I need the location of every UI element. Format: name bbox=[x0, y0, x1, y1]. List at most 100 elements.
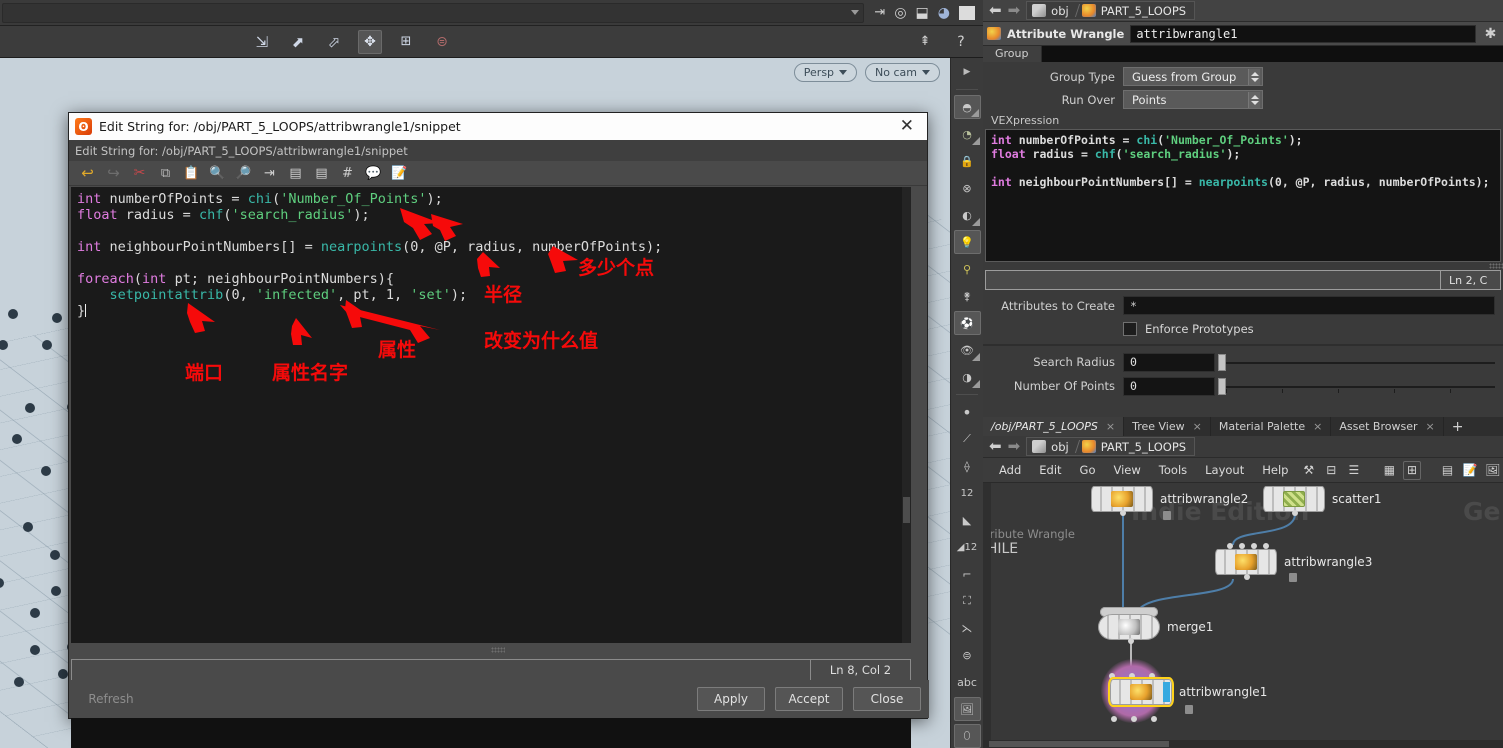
light-icon[interactable]: 💡 bbox=[953, 230, 981, 254]
add-image-icon[interactable]: 🖼 bbox=[1483, 461, 1502, 480]
cut-icon[interactable]: ✂ bbox=[131, 165, 148, 182]
node-name-input[interactable]: attribwrangle1 bbox=[1130, 24, 1476, 43]
scale-tool-icon[interactable]: ⊞ bbox=[394, 30, 418, 54]
network-menu-tools[interactable]: Tools bbox=[1151, 461, 1195, 479]
material-probe-icon[interactable]: ⬯ bbox=[953, 724, 981, 748]
breadcrumb-item-geo[interactable]: PART_5_LOOPS bbox=[1077, 1, 1194, 20]
primitive-numbers-icon[interactable]: ◢12 bbox=[954, 535, 981, 559]
text-labels-icon[interactable]: abc bbox=[954, 670, 981, 694]
node-scatter1[interactable]: scatter1 bbox=[1263, 486, 1382, 512]
attributes-to-create-input[interactable]: * bbox=[1123, 296, 1495, 315]
point-numbers-icon[interactable]: 12 bbox=[954, 481, 981, 505]
enforce-prototypes-checkbox[interactable] bbox=[1123, 321, 1137, 336]
bounding-box-icon[interactable]: ⛶ bbox=[954, 589, 981, 613]
edit-notes-icon[interactable]: 📝 bbox=[391, 165, 408, 182]
scroll-up-icon[interactable]: ▶ bbox=[954, 60, 981, 84]
paste-icon[interactable]: 📋 bbox=[183, 165, 200, 182]
normals-icon[interactable]: ⟋ bbox=[954, 427, 981, 451]
network-menu-add[interactable]: Add bbox=[991, 461, 1029, 479]
plus-icon[interactable]: + bbox=[1444, 419, 1472, 435]
find-icon[interactable]: 🔍 bbox=[209, 165, 226, 182]
node-output-port[interactable] bbox=[1151, 716, 1157, 722]
node-attribwrangle3[interactable]: attribwrangle3 bbox=[1215, 549, 1372, 575]
slider-handle[interactable] bbox=[1218, 377, 1226, 395]
gear-icon[interactable]: ✱ bbox=[1482, 25, 1499, 42]
breadcrumb-item-obj[interactable]: obj bbox=[1027, 1, 1077, 20]
node-attribwrangle2[interactable]: attribwrangle2 bbox=[1091, 486, 1248, 512]
node-output-port[interactable] bbox=[1128, 638, 1134, 644]
node-output-port[interactable] bbox=[1244, 574, 1250, 580]
hierarchy-icon[interactable]: ⊟ bbox=[1322, 461, 1341, 480]
node-output-port[interactable] bbox=[1131, 716, 1137, 722]
path-input[interactable] bbox=[2, 2, 865, 23]
network-menu-help[interactable]: Help bbox=[1254, 461, 1296, 479]
node-attribwrangle1[interactable]: attribwrangle1 bbox=[1110, 679, 1267, 705]
close-icon[interactable]: × bbox=[1193, 420, 1202, 433]
node-output-port[interactable] bbox=[1292, 510, 1298, 516]
disc-icon[interactable]: ⊜ bbox=[954, 643, 981, 667]
vexpression-editor[interactable]: int numberOfPoints = chi ('Number_Of_Poin… bbox=[985, 129, 1501, 262]
comment-icon[interactable]: # bbox=[339, 165, 356, 182]
grid-layout-icon[interactable]: ⊞ bbox=[1402, 460, 1422, 480]
spinner-icon[interactable] bbox=[1248, 68, 1260, 85]
forward-icon[interactable]: ➡ bbox=[1008, 439, 1021, 454]
network-canvas[interactable]: Indie Edition Ge Attribute Wrangle WHILE… bbox=[983, 483, 1503, 748]
shading-icon[interactable]: ◐ bbox=[954, 203, 981, 227]
select-edge-icon[interactable]: ⬀ bbox=[322, 30, 346, 54]
network-menu-edit[interactable]: Edit bbox=[1031, 461, 1069, 479]
resize-grip[interactable] bbox=[491, 647, 505, 653]
dialog-titlebar[interactable]: ʘ Edit String for: /obj/PART_5_LOOPS/att… bbox=[69, 113, 927, 140]
network-tab[interactable]: Asset Browser × bbox=[1331, 417, 1444, 436]
target-icon[interactable]: ◎ bbox=[894, 5, 906, 21]
viewport-camera-menu[interactable]: No cam bbox=[865, 63, 940, 82]
undo-icon[interactable]: ↩ bbox=[79, 164, 96, 182]
spinner-icon[interactable] bbox=[1248, 91, 1260, 108]
accept-button[interactable]: Accept bbox=[775, 687, 843, 711]
lock-icon[interactable]: 🔒 bbox=[954, 149, 981, 173]
render-icon[interactable] bbox=[959, 5, 975, 20]
primitive-markers-icon[interactable]: ◣ bbox=[954, 508, 981, 532]
network-tab[interactable]: Material Palette × bbox=[1211, 417, 1332, 436]
refresh-button[interactable]: Refresh bbox=[77, 687, 145, 711]
background-image-icon[interactable]: 🖼 bbox=[953, 697, 981, 721]
network-horizontal-scrollbar[interactable] bbox=[983, 740, 1503, 748]
network-vertical-scrollbar[interactable] bbox=[983, 483, 991, 748]
forward-icon[interactable]: ➡ bbox=[1008, 3, 1021, 18]
apply-button[interactable]: Apply bbox=[697, 687, 765, 711]
node-input-port[interactable] bbox=[1263, 543, 1269, 549]
shift-right-icon[interactable]: ▤ bbox=[287, 165, 304, 182]
run-over-menu[interactable]: Points bbox=[1123, 90, 1263, 109]
node-input-port[interactable] bbox=[1239, 543, 1245, 549]
select-point-icon[interactable]: ⬈ bbox=[286, 30, 310, 54]
display-template-icon[interactable]: ◑ bbox=[954, 365, 981, 389]
box-icon[interactable]: ⬓ bbox=[916, 5, 929, 21]
environment-icon[interactable]: ⚽ bbox=[953, 311, 981, 335]
list-icon[interactable]: ☰ bbox=[1345, 461, 1364, 480]
snapshot-icon[interactable]: ▤ bbox=[1438, 461, 1457, 480]
node-output-port[interactable] bbox=[1111, 716, 1117, 722]
display-points-icon[interactable]: ◓ bbox=[953, 95, 981, 119]
network-tab[interactable]: Tree View × bbox=[1124, 417, 1211, 436]
close-icon[interactable]: × bbox=[1425, 420, 1434, 433]
number-of-points-slider[interactable] bbox=[1218, 377, 1495, 396]
angle-icon[interactable]: ⌐ bbox=[954, 562, 981, 586]
help-icon[interactable]: ? bbox=[949, 30, 973, 54]
no-selection-icon[interactable]: ⊗ bbox=[954, 176, 981, 200]
node-output-port[interactable] bbox=[1120, 510, 1126, 516]
close-icon[interactable]: ✕ bbox=[893, 118, 921, 135]
network-menu-go[interactable]: Go bbox=[1072, 461, 1104, 479]
search-radius-slider[interactable] bbox=[1218, 353, 1495, 372]
viewport-view-menu[interactable]: Persp bbox=[793, 63, 858, 82]
find-replace-icon[interactable]: 🔎 bbox=[235, 165, 252, 182]
node-merge1[interactable]: merge1 bbox=[1098, 607, 1213, 640]
close-button[interactable]: Close bbox=[853, 687, 921, 711]
copy-icon[interactable]: ⧉ bbox=[157, 165, 174, 182]
tools-icon[interactable]: ⚒ bbox=[1299, 461, 1318, 480]
slider-handle[interactable] bbox=[1218, 353, 1226, 371]
redo-icon[interactable]: ↪ bbox=[105, 164, 122, 182]
pin-icon[interactable]: ⇥ bbox=[874, 5, 885, 20]
hide-other-objects-icon[interactable]: 👁 bbox=[954, 338, 981, 362]
vector-icon[interactable]: ⋋ bbox=[954, 616, 981, 640]
network-menu-view[interactable]: View bbox=[1106, 461, 1149, 479]
close-icon[interactable]: × bbox=[1106, 420, 1115, 433]
